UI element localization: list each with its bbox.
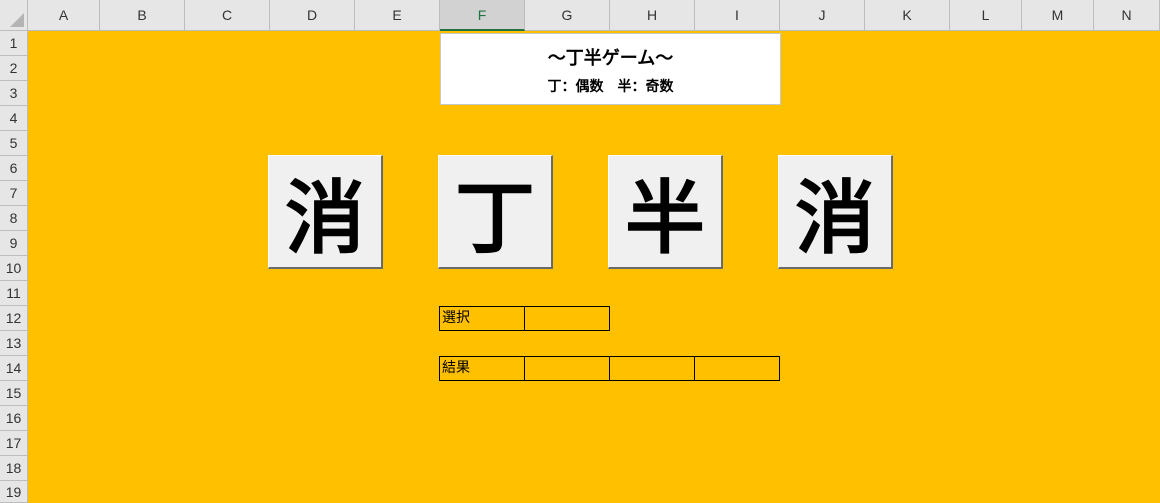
- column-header-c[interactable]: C: [185, 0, 270, 31]
- odd-button[interactable]: 半: [608, 155, 723, 269]
- row-header-14[interactable]: 14: [0, 356, 28, 381]
- result-value-cell-1[interactable]: [524, 356, 610, 381]
- title-box: 〜丁半ゲーム〜 丁：偶数 半：奇数: [440, 33, 781, 105]
- selection-value-cell[interactable]: [524, 306, 610, 331]
- row-header-6[interactable]: 6: [0, 156, 28, 181]
- row-header-13[interactable]: 13: [0, 331, 28, 356]
- column-header-a[interactable]: A: [28, 0, 100, 31]
- result-label-cell[interactable]: 結果: [439, 356, 525, 381]
- row-header-5[interactable]: 5: [0, 131, 28, 156]
- row-header-4[interactable]: 4: [0, 106, 28, 131]
- row-header-15[interactable]: 15: [0, 381, 28, 406]
- column-header-l[interactable]: L: [950, 0, 1022, 31]
- column-header-b[interactable]: B: [100, 0, 185, 31]
- game-rules: 丁：偶数 半：奇数: [547, 79, 674, 95]
- column-header-k[interactable]: K: [865, 0, 950, 31]
- select-all-corner[interactable]: [0, 0, 28, 31]
- row-header-3[interactable]: 3: [0, 81, 28, 106]
- column-header-f[interactable]: F: [440, 0, 525, 31]
- row-header-2[interactable]: 2: [0, 56, 28, 81]
- row-header-18[interactable]: 18: [0, 456, 28, 481]
- column-header-j[interactable]: J: [780, 0, 865, 31]
- row-header-8[interactable]: 8: [0, 206, 28, 231]
- row-header-19[interactable]: 19: [0, 481, 28, 503]
- row-header-16[interactable]: 16: [0, 406, 28, 431]
- column-header-g[interactable]: G: [525, 0, 610, 31]
- column-header-i[interactable]: I: [695, 0, 780, 31]
- clear-button-right[interactable]: 消: [778, 155, 893, 269]
- column-header-h[interactable]: H: [610, 0, 695, 31]
- row-header-7[interactable]: 7: [0, 181, 28, 206]
- result-value-cell-3[interactable]: [694, 356, 780, 381]
- column-header-e[interactable]: E: [355, 0, 440, 31]
- row-header-1[interactable]: 1: [0, 31, 28, 56]
- column-header-n[interactable]: N: [1094, 0, 1160, 31]
- game-title: 〜丁半ゲーム〜: [547, 48, 674, 69]
- select-all-triangle-icon: [10, 13, 24, 27]
- row-header-9[interactable]: 9: [0, 231, 28, 256]
- clear-button-left[interactable]: 消: [268, 155, 383, 269]
- row-header-10[interactable]: 10: [0, 256, 28, 281]
- column-header-d[interactable]: D: [270, 0, 355, 31]
- even-button[interactable]: 丁: [438, 155, 553, 269]
- row-header-11[interactable]: 11: [0, 281, 28, 306]
- selection-label-cell[interactable]: 選択: [439, 306, 525, 331]
- result-value-cell-2[interactable]: [609, 356, 695, 381]
- row-header-12[interactable]: 12: [0, 306, 28, 331]
- column-header-m[interactable]: M: [1022, 0, 1094, 31]
- row-header-17[interactable]: 17: [0, 431, 28, 456]
